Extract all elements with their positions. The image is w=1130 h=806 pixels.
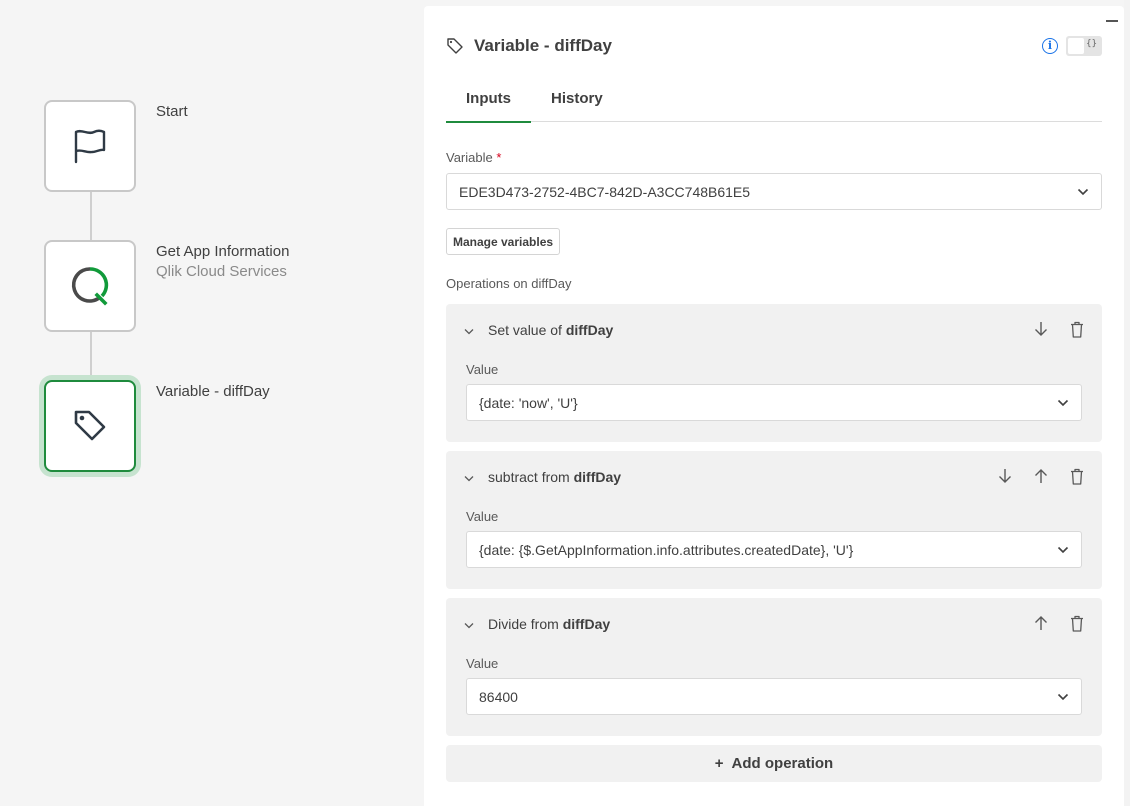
operation-title: Divide from diffDay [488, 616, 610, 632]
chevron-down-icon [1057, 397, 1069, 409]
operation-actions [1032, 614, 1086, 632]
node-subtitle: Qlik Cloud Services [156, 263, 287, 280]
operation-actions [996, 467, 1086, 485]
tag-icon [447, 38, 463, 54]
chevron-down-icon [464, 616, 474, 632]
flag-icon [74, 129, 106, 164]
move-down-button[interactable] [996, 467, 1014, 485]
node-start-label: Start [156, 102, 188, 122]
move-up-button[interactable] [1032, 467, 1050, 485]
operation-value-select[interactable]: 86400 [466, 678, 1082, 715]
operation-header-toggle[interactable]: Set value of diffDay [464, 322, 613, 338]
arrow-up-icon [1035, 616, 1047, 630]
properties-panel: Variable - diffDay i {} Inputs History V… [424, 6, 1124, 806]
operation-value-select[interactable]: {date: 'now', 'U'} [466, 384, 1082, 421]
arrow-down-icon [1035, 322, 1047, 336]
chevron-down-icon [1077, 186, 1089, 198]
tab-bar: Inputs History [446, 86, 1102, 123]
flow-canvas[interactable]: Start Get App Information Qlik Cloud Ser… [0, 0, 424, 806]
chevron-down-icon [464, 469, 474, 485]
add-operation-button[interactable]: + Add operation [446, 745, 1102, 782]
node-get-app-information[interactable] [44, 240, 136, 332]
operation-value: {date: 'now', 'U'} [479, 394, 578, 411]
value-label: Value [466, 362, 499, 377]
chevron-down-icon [1057, 691, 1069, 703]
operation-value: 86400 [479, 688, 518, 705]
move-down-button[interactable] [1032, 320, 1050, 338]
node-variable-diffday[interactable] [44, 380, 136, 472]
operation-title: Set value of diffDay [488, 322, 613, 338]
value-label: Value [466, 509, 499, 524]
node-title: Get App Information [156, 243, 290, 260]
operation-card: Divide from diffDay Value 86400 [446, 598, 1102, 736]
label-text: Variable [446, 150, 493, 165]
add-operation-label: Add operation [731, 755, 834, 772]
trash-icon [1071, 615, 1083, 632]
value-label: Value [466, 656, 499, 671]
operation-actions [1032, 320, 1086, 338]
operation-type: Divide from [488, 616, 559, 632]
panel-title: Variable - diffDay [474, 36, 612, 55]
node-title: Start [156, 103, 188, 120]
arrow-down-icon [999, 469, 1011, 483]
variable-field-label: Variable * [446, 150, 501, 165]
move-up-button[interactable] [1032, 614, 1050, 632]
panel-header: Variable - diffDay [446, 36, 612, 56]
braces-icon: {} [1086, 39, 1097, 49]
operation-target: diffDay [565, 322, 614, 338]
qlik-logo-icon [71, 267, 109, 306]
chevron-down-icon [1057, 544, 1069, 556]
toggle-knob [1068, 38, 1084, 54]
operations-label: Operations on diffDay [446, 276, 572, 291]
manage-variables-button[interactable]: Manage variables [446, 228, 561, 255]
operation-card: Set value of diffDay Value {date: 'now',… [446, 304, 1102, 442]
delete-button[interactable] [1068, 320, 1086, 338]
operation-target: diffDay [562, 616, 611, 632]
tab-history[interactable]: History [531, 86, 623, 122]
arrow-up-icon [1035, 469, 1047, 483]
operation-target: diffDay [573, 469, 622, 485]
chevron-down-icon [464, 322, 474, 338]
node-variable-label: Variable - diffDay [156, 382, 270, 402]
variable-select[interactable]: EDE3D473-2752-4BC7-842D-A3CC748B61E5 [446, 173, 1102, 210]
operation-value-select[interactable]: {date: {$.GetAppInformation.info.attribu… [466, 531, 1082, 568]
connector-line [90, 192, 92, 240]
trash-icon [1071, 468, 1083, 485]
operation-header-toggle[interactable]: subtract from diffDay [464, 469, 621, 485]
tab-inputs[interactable]: Inputs [446, 86, 531, 123]
plus-icon: + [714, 755, 724, 772]
tag-icon [74, 410, 106, 441]
variable-select-value: EDE3D473-2752-4BC7-842D-A3CC748B61E5 [459, 183, 751, 200]
delete-button[interactable] [1068, 467, 1086, 485]
info-icon[interactable]: i [1042, 38, 1058, 54]
json-view-toggle[interactable]: {} [1066, 36, 1102, 56]
operation-value: {date: {$.GetAppInformation.info.attribu… [479, 541, 854, 558]
operation-title: subtract from diffDay [488, 469, 621, 485]
minimize-button[interactable] [1106, 20, 1118, 22]
node-get-app-label: Get App Information Qlik Cloud Services [156, 242, 289, 282]
trash-icon [1071, 321, 1083, 338]
required-indicator: * [496, 150, 502, 165]
scrollbar[interactable] [1124, 0, 1130, 806]
header-actions: i {} [1042, 36, 1102, 56]
node-title: Variable - diffDay [156, 383, 270, 400]
delete-button[interactable] [1068, 614, 1086, 632]
operation-type: subtract from [488, 469, 570, 485]
node-start[interactable] [44, 100, 136, 192]
operation-type: Set value of [488, 322, 562, 338]
operation-header-toggle[interactable]: Divide from diffDay [464, 616, 610, 632]
connector-line [90, 332, 92, 380]
operation-card: subtract from diffDay Value {date: {$.Ge… [446, 451, 1102, 589]
